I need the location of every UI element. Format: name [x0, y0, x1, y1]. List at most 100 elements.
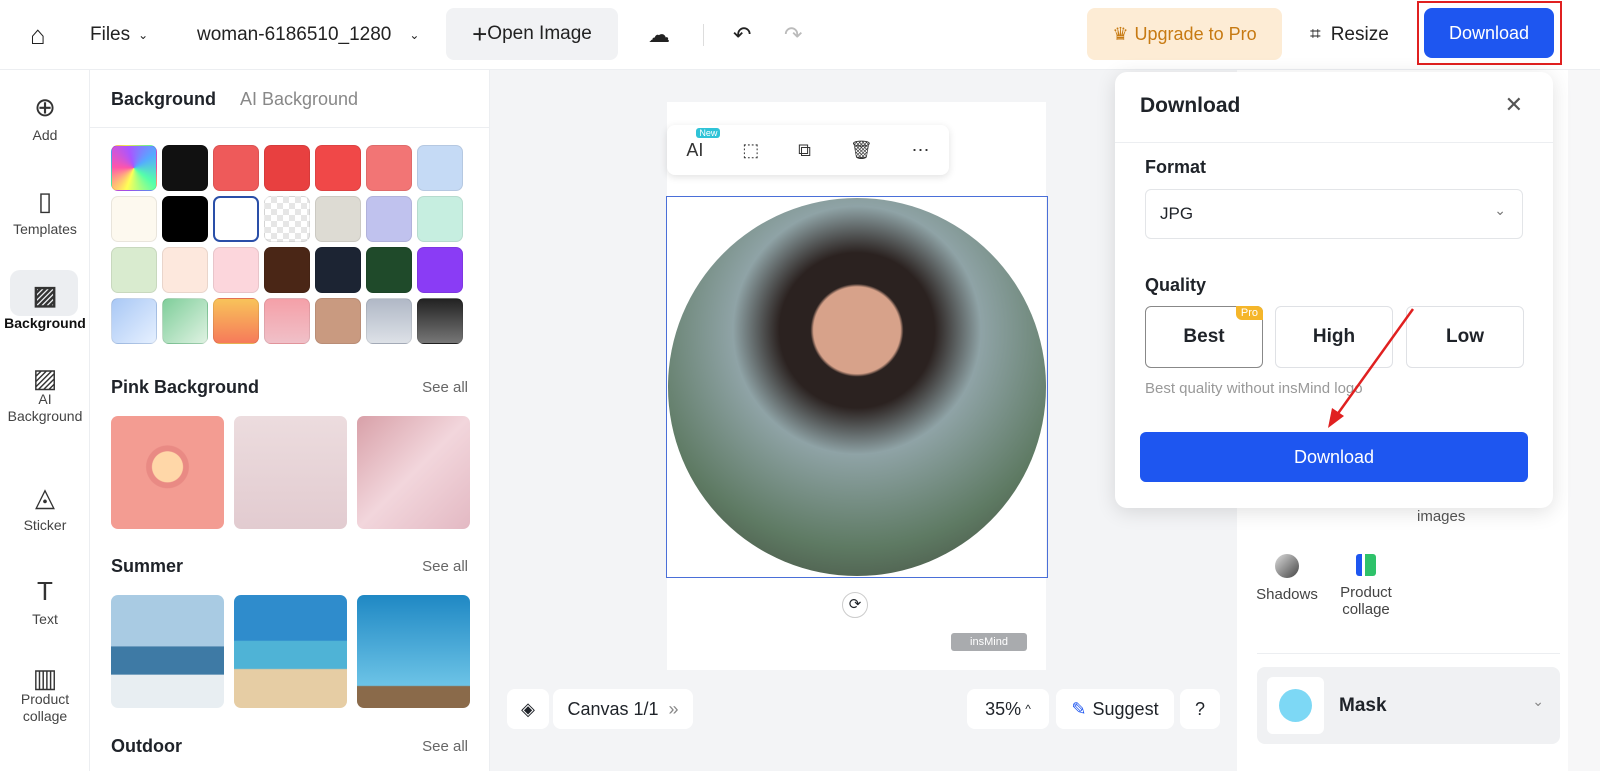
color-swatch[interactable]	[264, 145, 310, 191]
color-swatch[interactable]	[111, 298, 157, 344]
color-swatch[interactable]	[162, 247, 208, 293]
summer-thumb-pool[interactable]	[357, 595, 470, 708]
duplicate-icon[interactable]: ⧉	[798, 140, 811, 161]
canvas-pages-button[interactable]: Canvas 1/1 »	[553, 689, 693, 729]
redo-icon[interactable]: ↷	[784, 0, 802, 70]
divider	[703, 24, 704, 46]
canvas-label: Canvas 1/1	[567, 698, 659, 719]
close-icon[interactable]: ✕	[1505, 92, 1523, 118]
format-label: Format	[1145, 157, 1207, 177]
color-swatch[interactable]	[315, 247, 361, 293]
plus-icon: +	[472, 18, 488, 49]
color-swatch[interactable]	[162, 298, 208, 344]
product-collage-tool[interactable]: Product collage	[1329, 554, 1403, 618]
color-swatch[interactable]	[417, 298, 463, 344]
resize-button[interactable]: ⌗ Resize	[1310, 0, 1389, 70]
rail-item-product-collage[interactable]: ▥ Product collage	[0, 663, 90, 725]
summer-thumb-sea[interactable]	[111, 595, 224, 708]
popup-title: Download	[1140, 94, 1241, 117]
color-swatch[interactable]	[315, 145, 361, 191]
help-button[interactable]: ?	[1180, 689, 1220, 729]
suggest-label: Suggest	[1092, 698, 1159, 719]
pink-thumb-heart[interactable]	[111, 416, 224, 529]
download-popup: Download ✕ Format JPG ⌄ Quality Best Pro H…	[1115, 72, 1553, 508]
rail-item-ai-background[interactable]: ▨ AI Background	[0, 365, 90, 425]
rail-item-text[interactable]: T Text	[0, 576, 90, 627]
quality-best[interactable]: Best Pro	[1145, 306, 1263, 368]
color-swatch[interactable]	[111, 145, 157, 191]
color-swatch[interactable]	[213, 145, 259, 191]
color-swatch[interactable]	[315, 196, 361, 242]
see-all-link[interactable]: See all	[422, 379, 468, 396]
color-swatch[interactable]	[366, 298, 412, 344]
section-title: Summer	[111, 556, 184, 576]
more-icon[interactable]: ⋯	[912, 140, 930, 161]
color-swatch[interactable]	[366, 145, 412, 191]
color-swatch[interactable]	[264, 196, 310, 242]
tab-ai-background[interactable]: AI Background	[240, 89, 358, 110]
rail-item-add[interactable]: ⊕ Add	[0, 92, 90, 143]
open-image-button[interactable]: + Open Image	[446, 8, 618, 60]
color-swatch[interactable]	[264, 298, 310, 344]
download-button[interactable]: Download	[1424, 8, 1554, 58]
pink-thumb-flowers[interactable]	[234, 416, 347, 529]
rotate-icon[interactable]: ⟳	[842, 592, 868, 618]
shadows-icon	[1275, 554, 1299, 578]
zoom-control[interactable]: 35% ^	[967, 689, 1049, 729]
product-collage-label: Product collage	[1340, 584, 1392, 618]
watermark: insMind	[951, 633, 1027, 651]
color-swatch[interactable]	[366, 247, 412, 293]
product-collage-icon: ▥	[32, 663, 58, 693]
pink-thumb-window[interactable]	[357, 416, 470, 529]
upgrade-button[interactable]: ♛ Upgrade to Pro	[1087, 8, 1282, 60]
color-swatch[interactable]	[213, 298, 259, 344]
see-all-link[interactable]: See all	[422, 558, 468, 575]
color-swatch[interactable]	[366, 196, 412, 242]
see-all-link[interactable]: See all	[422, 738, 468, 755]
rail-label: Text	[32, 611, 58, 627]
format-select[interactable]: JPG ⌄	[1145, 189, 1523, 239]
color-swatch[interactable]	[264, 247, 310, 293]
rail-label: Add	[32, 127, 58, 143]
suggest-button[interactable]: ✎ Suggest	[1056, 689, 1174, 729]
ai-tool-icon[interactable]: AI New	[686, 127, 721, 161]
undo-icon[interactable]: ↶	[733, 0, 751, 70]
select-icon[interactable]: ⬚	[742, 140, 759, 161]
quality-low[interactable]: Low	[1406, 306, 1524, 368]
home-icon[interactable]: ⌂	[30, 0, 46, 70]
popup-download-button[interactable]: Download	[1140, 432, 1528, 482]
color-swatch[interactable]	[111, 196, 157, 242]
cloud-save-icon[interactable]: ☁	[648, 0, 670, 70]
divider	[90, 127, 490, 128]
color-swatch[interactable]	[417, 247, 463, 293]
color-swatch[interactable]	[162, 196, 208, 242]
tab-background[interactable]: Background	[111, 89, 216, 110]
rail-item-templates[interactable]: ▯ Templates	[0, 186, 90, 237]
divider	[1115, 142, 1553, 143]
rail-item-background[interactable]: ▨ Background	[0, 280, 90, 331]
mask-section[interactable]: Mask ⌄	[1257, 667, 1560, 744]
summer-thumb-beach[interactable]	[234, 595, 347, 708]
chevron-down-icon: ⌄	[1494, 202, 1506, 218]
text-icon: T	[37, 576, 53, 606]
color-swatch[interactable]	[213, 196, 259, 242]
filename-menu[interactable]: woman-6186510_1280 ⌄	[197, 0, 419, 70]
delete-icon[interactable]: 🗑	[850, 140, 873, 161]
rail-item-sticker[interactable]: ◬ Sticker	[0, 482, 90, 533]
images-label: images	[1417, 508, 1466, 525]
color-swatch[interactable]	[417, 145, 463, 191]
color-swatch[interactable]	[111, 247, 157, 293]
layers-icon[interactable]: ◈	[507, 689, 549, 729]
shadows-tool[interactable]: Shadows	[1253, 554, 1321, 603]
left-rail: ⊕ Add ▯ Templates ▨ Background ▨ AI Backgrou…	[0, 70, 90, 771]
color-swatch[interactable]	[213, 247, 259, 293]
files-label: Files	[90, 24, 131, 45]
color-swatch[interactable]	[162, 145, 208, 191]
masked-portrait-image[interactable]	[668, 198, 1046, 576]
color-swatch[interactable]	[417, 196, 463, 242]
quality-label: Quality	[1145, 275, 1207, 295]
color-swatch[interactable]	[315, 298, 361, 344]
scrollbar[interactable]	[1568, 70, 1600, 771]
files-menu[interactable]: Files ⌄	[90, 0, 148, 70]
background-panel: Background AI Background Pink Background…	[90, 70, 506, 771]
